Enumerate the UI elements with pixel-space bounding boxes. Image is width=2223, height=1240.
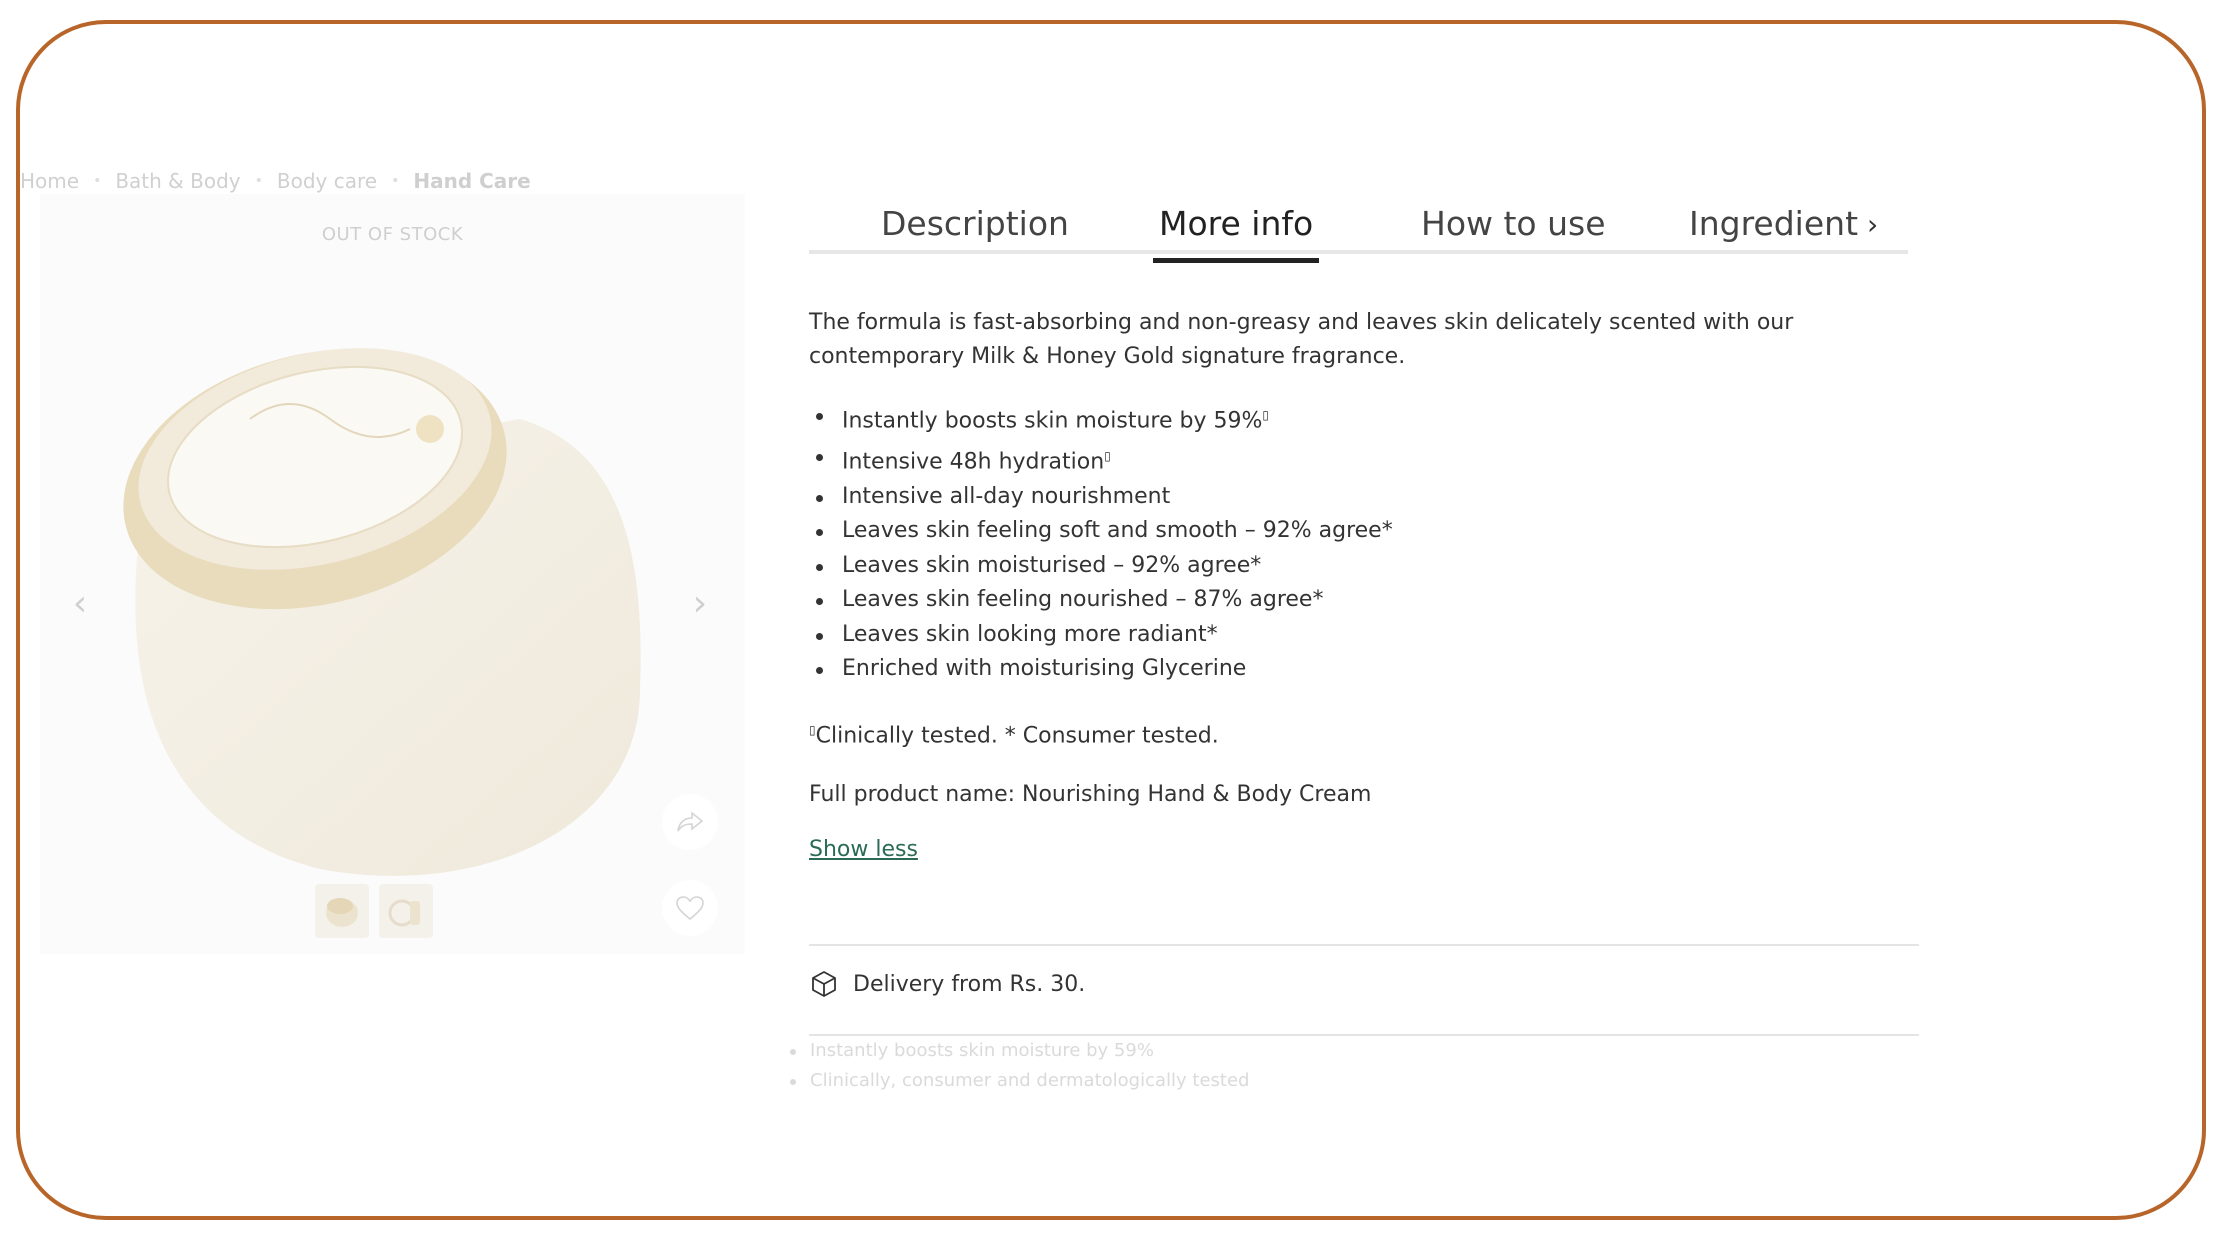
footnote-mark: ▯ xyxy=(1104,448,1111,463)
wishlist-button[interactable] xyxy=(662,880,718,936)
more-info-content: The formula is fast-absorbing and non-gr… xyxy=(809,306,1919,862)
full-product-name: Full product name: Nourishing Hand & Bod… xyxy=(809,781,1372,807)
benefit-item: Leaves skin moisturised – 92% agree* xyxy=(809,549,1919,584)
faded-bullet-item: Instantly boosts skin moisture by 59% xyxy=(790,1036,1249,1066)
breadcrumb-body-care[interactable]: Body care xyxy=(277,169,377,193)
tabs-next-chevron-icon[interactable]: › xyxy=(1867,208,1878,241)
tab-description[interactable]: Description xyxy=(881,204,1069,259)
product-image-panel: OUT OF STOCK ‹ › xyxy=(40,194,745,954)
thumbnail-2[interactable] xyxy=(379,884,433,938)
breadcrumb-bath-body[interactable]: Bath & Body xyxy=(115,169,240,193)
breadcrumb-home[interactable]: Home xyxy=(20,169,79,193)
package-icon xyxy=(812,971,836,997)
share-button[interactable] xyxy=(662,794,718,850)
thumbnail-1[interactable] xyxy=(315,884,369,938)
out-of-stock-label: OUT OF STOCK xyxy=(321,224,464,245)
footnote-mark: ▯ xyxy=(1262,408,1269,422)
breadcrumb-separator: • xyxy=(254,173,263,189)
thumbnail-strip xyxy=(315,884,433,938)
product-jar-image xyxy=(123,348,641,876)
breadcrumb-separator: • xyxy=(391,173,400,189)
product-tabs: Description More info How to use Ingredi… xyxy=(809,194,1908,263)
share-icon xyxy=(677,811,704,832)
benefit-item: Leaves skin looking more radiant* xyxy=(809,618,1919,653)
chevron-left-icon[interactable]: ‹ xyxy=(60,584,100,624)
show-less-link[interactable]: Show less xyxy=(809,837,918,862)
faded-bullet-item: Clinically, consumer and dermatologicall… xyxy=(790,1066,1249,1096)
benefits-list: Instantly boosts skin moisture by 59%▯ I… xyxy=(809,398,1919,687)
tab-more-info[interactable]: More info xyxy=(1152,204,1320,263)
benefit-item: Intensive all-day nourishment xyxy=(809,480,1919,515)
tab-how-to-use[interactable]: How to use xyxy=(1421,204,1606,259)
benefit-item: Leaves skin feeling nourished – 87% agre… xyxy=(809,583,1919,618)
faded-bullet-list: Instantly boosts skin moisture by 59% Cl… xyxy=(790,1036,1249,1096)
tab-ingredient[interactable]: Ingredient xyxy=(1689,204,1858,259)
screenshot-frame: Home • Bath & Body • Body care • Hand Ca… xyxy=(16,20,2206,1220)
intro-text: The formula is fast-absorbing and non-gr… xyxy=(809,310,1794,369)
breadcrumb: Home • Bath & Body • Body care • Hand Ca… xyxy=(20,166,531,196)
chevron-right-icon[interactable]: › xyxy=(680,584,720,624)
benefit-item: Intensive 48h hydration▯ xyxy=(809,439,1919,480)
heart-icon xyxy=(676,896,704,921)
breadcrumb-separator: • xyxy=(93,173,102,189)
delivery-info: Delivery from Rs. 30. xyxy=(809,969,1085,999)
benefit-item: Instantly boosts skin moisture by 59%▯ xyxy=(809,398,1919,439)
delivery-text: Delivery from Rs. 30. xyxy=(853,971,1086,997)
breadcrumb-hand-care: Hand Care xyxy=(413,169,531,193)
benefit-item: Enriched with moisturising Glycerine xyxy=(809,652,1919,687)
testing-footnote: ▯Clinically tested. * Consumer tested. xyxy=(809,722,1219,748)
divider xyxy=(809,944,1919,946)
benefit-item: Leaves skin feeling soft and smooth – 92… xyxy=(809,514,1919,549)
footnote-mark: ▯ xyxy=(809,722,816,737)
